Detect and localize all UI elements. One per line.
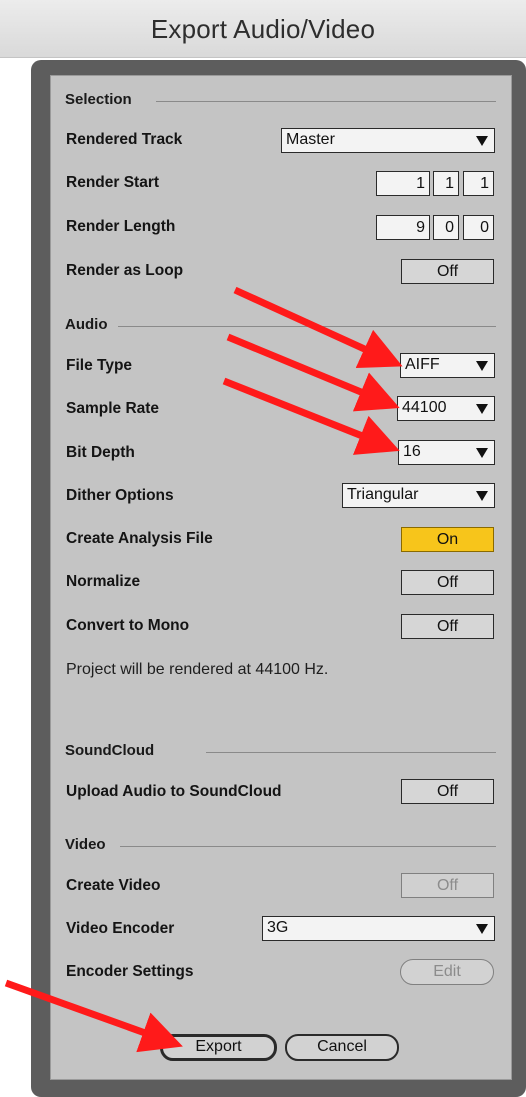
sample-rate-dropdown[interactable]: 44100: [397, 396, 495, 421]
convert-to-mono-toggle[interactable]: Off: [401, 614, 494, 639]
dither-options-label: Dither Options: [66, 487, 174, 504]
create-video-toggle[interactable]: Off: [401, 873, 494, 898]
render-start-sixteenths[interactable]: 1: [463, 171, 494, 196]
section-divider: [206, 752, 496, 753]
video-encoder-value: 3G: [267, 919, 289, 936]
file-type-value: AIFF: [405, 356, 440, 373]
section-divider: [156, 101, 496, 102]
bit-depth-dropdown[interactable]: 16: [398, 440, 495, 465]
dither-options-value: Triangular: [347, 486, 419, 503]
section-divider: [120, 846, 496, 847]
upload-soundcloud-label: Upload Audio to SoundCloud: [66, 783, 282, 800]
render-start-beats[interactable]: 1: [433, 171, 459, 196]
title-bar: Export Audio/Video: [0, 0, 526, 58]
convert-to-mono-label: Convert to Mono: [66, 617, 190, 634]
render-info-text: Project will be rendered at 44100 Hz.: [66, 661, 329, 678]
encoder-settings-edit-button[interactable]: Edit: [400, 959, 494, 985]
chevron-down-icon: [476, 404, 488, 414]
bit-depth-value: 16: [403, 443, 421, 460]
render-length-bars[interactable]: 9: [376, 215, 430, 240]
render-length-sixteenths[interactable]: 0: [463, 215, 494, 240]
section-header-selection: Selection: [65, 91, 132, 108]
file-type-label: File Type: [66, 357, 133, 374]
bit-depth-label: Bit Depth: [66, 444, 135, 461]
render-as-loop-toggle[interactable]: Off: [401, 259, 494, 284]
render-start-bars[interactable]: 1: [376, 171, 430, 196]
upload-soundcloud-toggle[interactable]: Off: [401, 779, 494, 804]
chevron-down-icon: [476, 924, 488, 934]
dither-options-dropdown[interactable]: Triangular: [342, 483, 495, 508]
render-length-beats[interactable]: 0: [433, 215, 459, 240]
window-title: Export Audio/Video: [150, 14, 376, 44]
chevron-down-icon: [476, 491, 488, 501]
section-header-video: Video: [65, 836, 106, 853]
normalize-toggle[interactable]: Off: [401, 570, 494, 595]
render-as-loop-label: Render as Loop: [66, 262, 184, 279]
sample-rate-value: 44100: [402, 399, 447, 416]
export-button[interactable]: Export: [160, 1034, 277, 1061]
section-header-soundcloud: SoundCloud: [65, 742, 155, 759]
render-length-label: Render Length: [66, 218, 176, 235]
encoder-settings-label: Encoder Settings: [66, 963, 194, 980]
cancel-button[interactable]: Cancel: [285, 1034, 399, 1061]
chevron-down-icon: [476, 136, 488, 146]
video-encoder-dropdown[interactable]: 3G: [262, 916, 495, 941]
chevron-down-icon: [476, 448, 488, 458]
file-type-dropdown[interactable]: AIFF: [400, 353, 495, 378]
create-analysis-file-toggle[interactable]: On: [401, 527, 494, 552]
video-encoder-label: Video Encoder: [66, 920, 175, 937]
sample-rate-label: Sample Rate: [66, 400, 160, 417]
chevron-down-icon: [476, 361, 488, 371]
render-start-label: Render Start: [66, 174, 160, 191]
section-header-audio: Audio: [65, 316, 108, 333]
create-video-label: Create Video: [66, 877, 161, 894]
normalize-label: Normalize: [66, 573, 141, 590]
rendered-track-dropdown[interactable]: Master: [281, 128, 495, 153]
rendered-track-label: Rendered Track: [66, 131, 183, 148]
rendered-track-value: Master: [286, 131, 335, 148]
create-analysis-file-label: Create Analysis File: [66, 530, 213, 547]
section-divider: [118, 326, 496, 327]
